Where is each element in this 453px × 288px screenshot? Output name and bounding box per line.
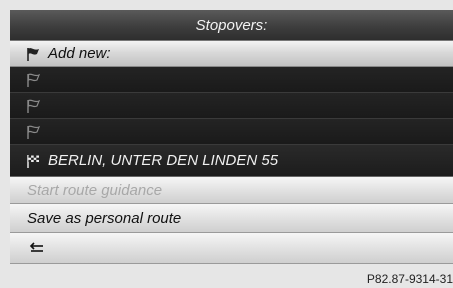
screen-title: Stopovers: (10, 10, 453, 41)
back-item[interactable] (10, 233, 453, 264)
flag-icon (27, 125, 41, 139)
save-personal-route-label: Save as personal route (27, 209, 182, 227)
start-route-guidance-item: Start route guidance (10, 177, 453, 204)
screen-title-text: Stopovers: (195, 16, 268, 34)
stopover-slot-3[interactable] (10, 119, 453, 145)
flag-icon (27, 99, 41, 113)
add-new-label: Add new: (48, 45, 111, 62)
start-route-guidance-label: Start route guidance (27, 181, 163, 199)
destination-label: BERLIN, UNTER DEN LINDEN 55 (48, 152, 279, 169)
add-new-stopover-item[interactable]: Add new: (10, 41, 453, 67)
back-arrow-icon (29, 242, 43, 252)
stopover-slot-2[interactable] (10, 93, 453, 119)
flag-icon (27, 73, 41, 87)
navigation-screen: Stopovers: Add new: BERLIN, UNTER DEN LI… (10, 10, 453, 264)
flag-icon (27, 47, 39, 61)
save-personal-route-item[interactable]: Save as personal route (10, 204, 453, 233)
destination-item[interactable]: BERLIN, UNTER DEN LINDEN 55 (10, 145, 453, 177)
figure-reference: P82.87-9314-31 (366, 272, 453, 286)
checkered-flag-icon (27, 154, 39, 168)
stopover-slot-1[interactable] (10, 67, 453, 93)
